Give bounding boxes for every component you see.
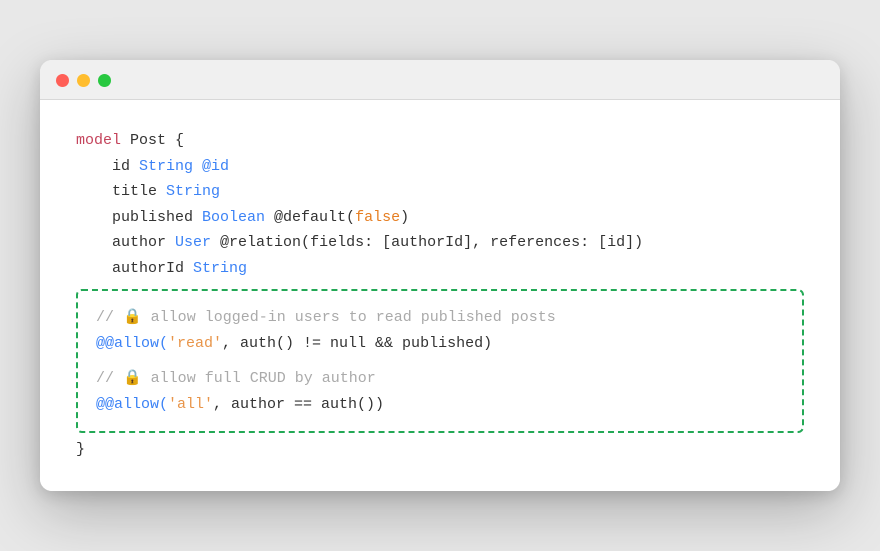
allow-str-1: 'read'	[168, 331, 222, 357]
code-line-3: title String	[76, 179, 804, 205]
code-line-closing: }	[76, 437, 804, 463]
allow-line-1: @@allow( 'read' , auth() != null && publ…	[96, 331, 784, 357]
type-string-title: String	[166, 179, 220, 205]
decorator-default-close: )	[400, 205, 409, 231]
type-user: User	[175, 230, 211, 256]
allow-line-2: @@allow( 'all' , author == auth())	[96, 392, 784, 418]
editor-window: model Post { id String @id title String …	[40, 60, 840, 491]
type-string-id: String	[139, 154, 193, 180]
comment-line-1: // 🔒 allow logged-in users to read publi…	[96, 305, 784, 331]
code-line-1: model Post {	[76, 128, 804, 154]
spacer-1	[96, 356, 784, 366]
comment-text-1: // 🔒 allow logged-in users to read publi…	[96, 305, 556, 331]
code-editor: model Post { id String @id title String …	[40, 100, 840, 491]
indent-title: title	[76, 179, 166, 205]
indent-author: author	[76, 230, 175, 256]
type-string-authorid: String	[193, 256, 247, 282]
minimize-button[interactable]	[77, 74, 90, 87]
closing-brace: }	[76, 437, 85, 463]
code-line-2: id String @id	[76, 154, 804, 180]
comment-line-2: // 🔒 allow full CRUD by author	[96, 366, 784, 392]
code-line-4: published Boolean @default( false )	[76, 205, 804, 231]
indent-authorid: authorId	[76, 256, 193, 282]
allow-mid-2: , author == auth())	[213, 392, 384, 418]
type-boolean: Boolean	[202, 205, 265, 231]
allow-str-2: 'all'	[168, 392, 213, 418]
indent-id: id	[76, 154, 139, 180]
maximize-button[interactable]	[98, 74, 111, 87]
indent-published: published	[76, 205, 202, 231]
decorator-relation: @relation(fields: [authorId], references…	[211, 230, 643, 256]
allow-fn-1: @@allow(	[96, 331, 168, 357]
titlebar	[40, 60, 840, 100]
keyword-model: model	[76, 128, 121, 154]
close-button[interactable]	[56, 74, 69, 87]
access-control-box: // 🔒 allow logged-in users to read publi…	[76, 289, 804, 433]
decorator-id: @id	[193, 154, 229, 180]
code-line-6: authorId String	[76, 256, 804, 282]
allow-mid-1: , auth() != null && published)	[222, 331, 492, 357]
comment-text-2: // 🔒 allow full CRUD by author	[96, 366, 376, 392]
allow-fn-2: @@allow(	[96, 392, 168, 418]
code-line-5: author User @relation(fields: [authorId]…	[76, 230, 804, 256]
decorator-default-open: @default(	[265, 205, 355, 231]
code-post: Post {	[121, 128, 184, 154]
value-false: false	[355, 205, 400, 231]
